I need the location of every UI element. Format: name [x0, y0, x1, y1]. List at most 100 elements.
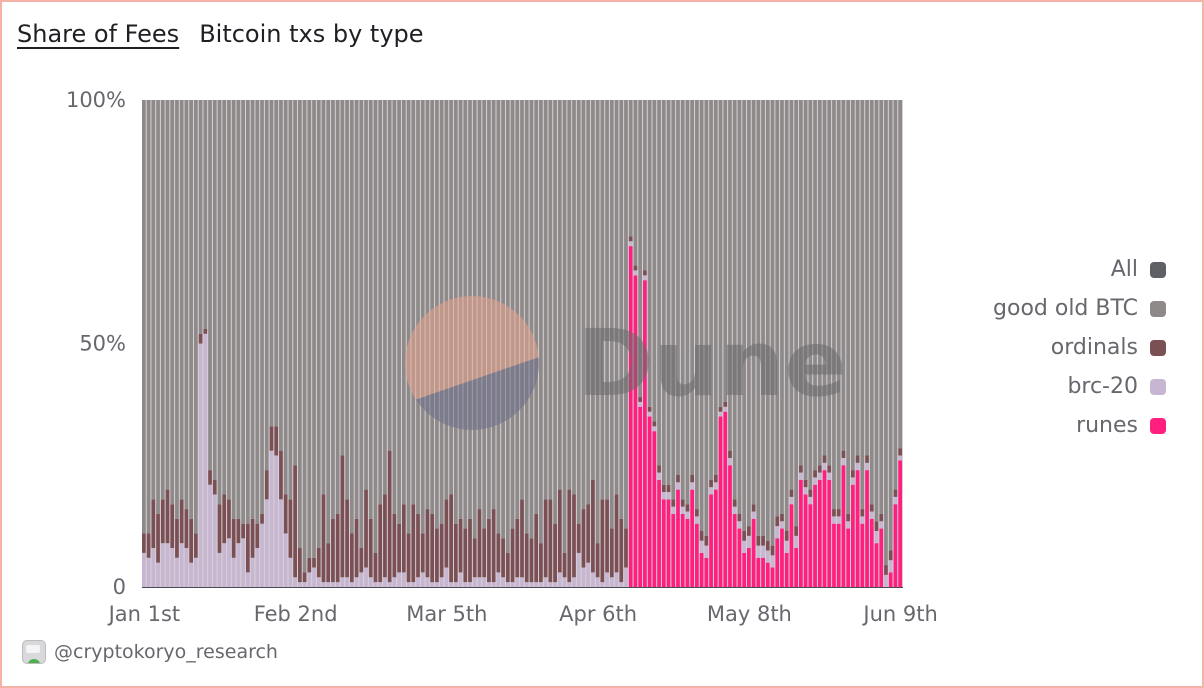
bar-segment-runes[interactable]: [747, 548, 751, 587]
legend-item-all[interactable]: All: [1111, 250, 1166, 289]
bar-segment-ordinals[interactable]: [160, 499, 165, 544]
bar-segment-brc-20[interactable]: [411, 582, 416, 587]
bar-segment-ordinals[interactable]: [808, 489, 813, 497]
bar-segment-good-old-btc[interactable]: [553, 100, 557, 524]
bar-segment-ordinals[interactable]: [595, 543, 600, 578]
bar-segment-ordinals[interactable]: [420, 533, 425, 573]
bar-segment-ordinals[interactable]: [383, 494, 387, 578]
bar-segment-runes[interactable]: [728, 465, 732, 587]
bar-segment-runes[interactable]: [737, 528, 742, 587]
bar-segment-good-old-btc[interactable]: [751, 100, 756, 505]
bar-segment-good-old-btc[interactable]: [879, 100, 884, 514]
bar-segment-ordinals[interactable]: [742, 531, 747, 541]
bar-segment-runes[interactable]: [666, 499, 671, 587]
bar-segment-brc-20[interactable]: [557, 572, 562, 587]
bar-segment-brc-20[interactable]: [832, 516, 836, 524]
bar-segment-brc-20[interactable]: [794, 535, 799, 549]
bar-segment-runes[interactable]: [709, 494, 713, 587]
bar-segment-good-old-btc[interactable]: [364, 100, 368, 490]
bar-segment-runes[interactable]: [860, 523, 865, 587]
bar-segment-ordinals[interactable]: [468, 518, 472, 583]
bar-segment-ordinals[interactable]: [884, 565, 888, 575]
bar-segment-brc-20[interactable]: [378, 582, 383, 587]
bar-segment-ordinals[interactable]: [321, 494, 326, 583]
bar-segment-ordinals[interactable]: [501, 538, 505, 578]
bar-segment-ordinals[interactable]: [869, 504, 874, 512]
bar-segment-ordinals[interactable]: [803, 479, 808, 488]
bar-segment-ordinals[interactable]: [539, 543, 543, 583]
bar-segment-brc-20[interactable]: [349, 582, 354, 587]
bar-segment-good-old-btc[interactable]: [888, 100, 893, 551]
bar-segment-brc-20[interactable]: [383, 577, 387, 587]
bar-segment-good-old-btc[interactable]: [335, 100, 340, 514]
bar-segment-ordinals[interactable]: [846, 513, 851, 522]
bar-segment-brc-20[interactable]: [156, 562, 160, 587]
bar-segment-ordinals[interactable]: [477, 509, 482, 578]
bar-segment-runes[interactable]: [718, 416, 723, 587]
bar-segment-ordinals[interactable]: [661, 484, 666, 493]
bar-segment-brc-20[interactable]: [543, 577, 548, 587]
bar-segment-brc-20[interactable]: [392, 577, 397, 587]
bar-segment-brc-20[interactable]: [884, 574, 888, 587]
bar-segment-ordinals[interactable]: [855, 455, 860, 463]
bar-segment-brc-20[interactable]: [468, 582, 472, 587]
bar-segment-brc-20[interactable]: [501, 577, 505, 587]
bar-segment-ordinals[interactable]: [671, 499, 676, 507]
bar-segment-ordinals[interactable]: [487, 518, 491, 583]
bar-segment-brc-20[interactable]: [397, 572, 401, 587]
bar-segment-brc-20[interactable]: [208, 484, 212, 587]
bar-segment-brc-20[interactable]: [704, 545, 709, 558]
bar-segment-brc-20[interactable]: [765, 550, 770, 563]
bar-segment-ordinals[interactable]: [425, 509, 430, 578]
bar-segment-ordinals[interactable]: [245, 523, 250, 573]
bar-segment-brc-20[interactable]: [879, 521, 884, 529]
bar-segment-runes[interactable]: [869, 518, 874, 587]
bar-segment-brc-20[interactable]: [217, 552, 222, 587]
bar-segment-ordinals[interactable]: [704, 535, 709, 546]
bar-segment-brc-20[interactable]: [643, 275, 647, 281]
bar-segment-ordinals[interactable]: [817, 465, 822, 473]
bar-segment-ordinals[interactable]: [227, 499, 231, 539]
bar-segment-brc-20[interactable]: [628, 241, 633, 247]
bar-segment-good-old-btc[interactable]: [392, 100, 397, 514]
bar-segment-good-old-btc[interactable]: [543, 100, 548, 500]
bar-segment-ordinals[interactable]: [387, 450, 392, 583]
bar-segment-brc-20[interactable]: [435, 582, 439, 587]
bar-segment-ordinals[interactable]: [288, 499, 293, 558]
bar-segment-ordinals[interactable]: [208, 470, 212, 485]
bar-segment-good-old-btc[interactable]: [661, 100, 666, 485]
bar-segment-good-old-btc[interactable]: [713, 100, 718, 475]
legend-item-brc-20[interactable]: brc-20: [1067, 367, 1166, 406]
bar-segment-ordinals[interactable]: [496, 533, 501, 573]
bar-segment-brc-20[interactable]: [458, 572, 463, 587]
bar-segment-brc-20[interactable]: [652, 426, 657, 432]
bar-segment-runes[interactable]: [855, 470, 860, 587]
bar-segment-good-old-btc[interactable]: [349, 100, 354, 534]
bar-segment-ordinals[interactable]: [832, 509, 836, 517]
bar-segment-good-old-btc[interactable]: [586, 100, 591, 505]
bar-segment-brc-20[interactable]: [657, 472, 661, 480]
bar-segment-ordinals[interactable]: [524, 533, 529, 583]
bar-segment-ordinals[interactable]: [874, 521, 879, 531]
bar-segment-good-old-btc[interactable]: [302, 100, 307, 573]
bar-segment-brc-20[interactable]: [770, 555, 775, 568]
bar-segment-ordinals[interactable]: [666, 484, 671, 493]
bar-segment-ordinals[interactable]: [633, 265, 638, 271]
bar-segment-good-old-btc[interactable]: [690, 100, 695, 475]
bar-segment-brc-20[interactable]: [307, 572, 312, 587]
bar-segment-ordinals[interactable]: [605, 499, 609, 573]
bar-segment-brc-20[interactable]: [463, 582, 468, 587]
bar-segment-good-old-btc[interactable]: [562, 100, 567, 553]
bar-segment-runes[interactable]: [690, 489, 695, 587]
bar-segment-good-old-btc[interactable]: [264, 100, 269, 471]
bar-segment-brc-20[interactable]: [695, 516, 699, 524]
bar-segment-good-old-btc[interactable]: [680, 100, 685, 500]
bar-segment-brc-20[interactable]: [865, 462, 869, 471]
bar-segment-ordinals[interactable]: [283, 494, 288, 534]
bar-segment-good-old-btc[interactable]: [160, 100, 165, 500]
bar-segment-ordinals[interactable]: [690, 474, 695, 483]
bar-segment-ordinals[interactable]: [439, 523, 444, 578]
bar-segment-ordinals[interactable]: [354, 518, 359, 578]
bar-segment-runes[interactable]: [836, 523, 841, 587]
bar-segment-ordinals[interactable]: [784, 531, 789, 541]
